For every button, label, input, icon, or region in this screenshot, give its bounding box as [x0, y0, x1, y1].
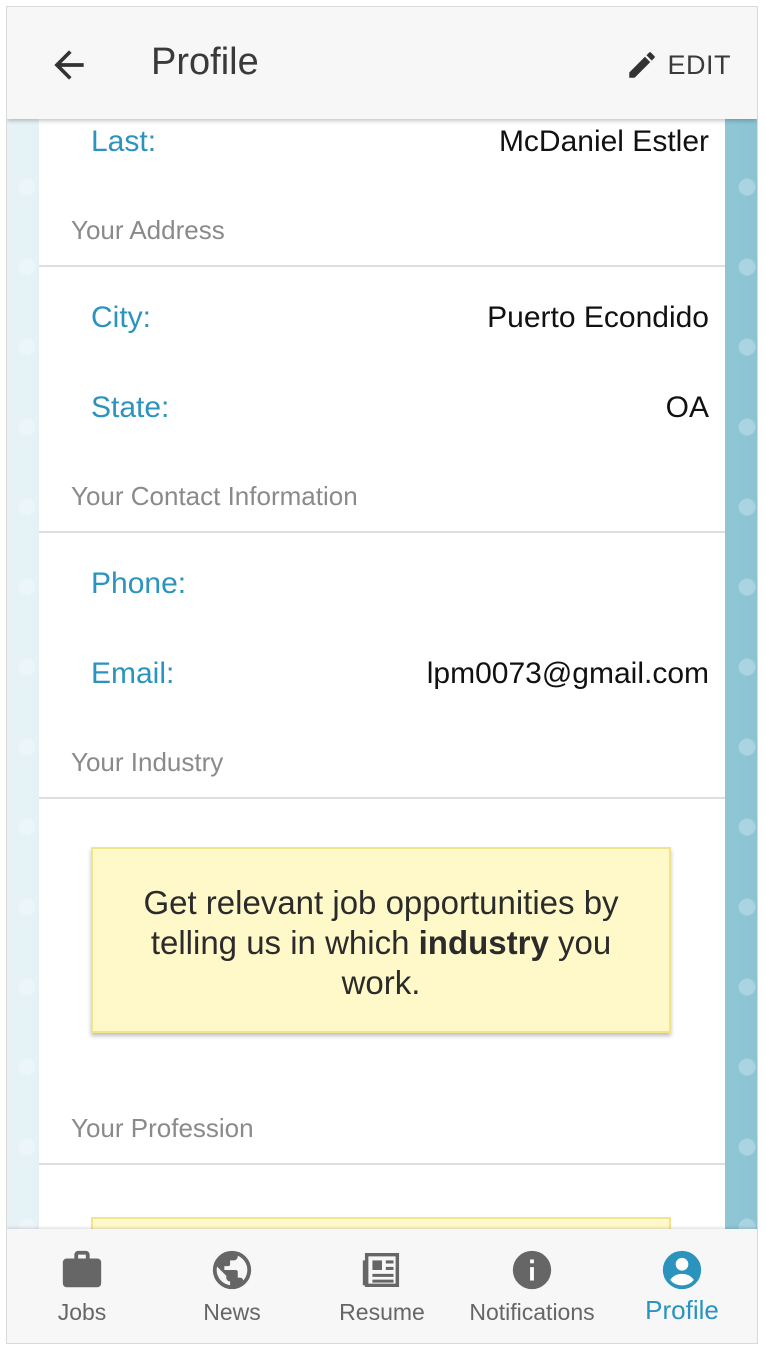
last-name-value: McDaniel Estler	[498, 125, 709, 158]
nav-item-notifications[interactable]: Notifications	[457, 1229, 607, 1343]
arrow-back-icon	[54, 50, 84, 80]
pencil-icon	[629, 52, 656, 78]
back-button[interactable]	[47, 43, 91, 87]
nav-item-news[interactable]: News	[157, 1229, 307, 1343]
page-title: Profile	[151, 41, 259, 83]
nav-label-jobs: Jobs	[57, 1299, 107, 1325]
email-label: Email:	[91, 657, 175, 690]
divider	[39, 531, 725, 533]
state-label: State:	[91, 391, 170, 424]
edit-button[interactable]: EDIT	[625, 45, 731, 85]
email-row: Email: lpm0073@gmail.com	[39, 657, 725, 727]
bottom-navigation: Jobs News Resume Notifications Profile	[7, 1229, 757, 1343]
state-value: OA	[665, 391, 709, 424]
divider	[39, 265, 725, 267]
profession-section-header: Your Profession	[71, 1113, 254, 1143]
contact-section-header: Your Contact Information	[71, 481, 358, 511]
address-section-header: Your Address	[71, 215, 225, 245]
app-bar: Profile EDIT	[7, 7, 757, 119]
phone-row: Phone:	[39, 567, 725, 637]
nav-label-notifications: Notifications	[469, 1299, 595, 1325]
industry-section-header: Your Industry	[71, 747, 224, 777]
newspaper-icon	[362, 1252, 400, 1288]
nav-label-news: News	[203, 1299, 261, 1325]
nav-item-resume[interactable]: Resume	[307, 1229, 457, 1343]
nav-label-profile: Profile	[645, 1295, 719, 1325]
last-name-row: Last: McDaniel Estler	[39, 125, 725, 195]
city-value: Puerto Econdido	[487, 301, 709, 334]
divider	[39, 1163, 725, 1165]
app-frame: Profile EDIT Last: McDaniel Estler Your …	[6, 6, 758, 1344]
divider	[39, 797, 725, 799]
account-circle-icon	[662, 1250, 702, 1290]
profile-card: Last: McDaniel Estler Your Address City:…	[39, 119, 725, 1231]
last-name-label: Last:	[91, 125, 157, 158]
nav-item-profile[interactable]: Profile	[607, 1229, 757, 1343]
briefcase-icon	[62, 1250, 102, 1288]
industry-notice-bold: industry	[418, 924, 549, 961]
industry-notice[interactable]: Get relevant job opportunities by tellin…	[91, 847, 671, 1033]
nav-item-jobs[interactable]: Jobs	[7, 1229, 157, 1343]
nav-label-resume: Resume	[339, 1299, 425, 1325]
city-label: City:	[91, 301, 151, 334]
info-icon	[512, 1250, 552, 1290]
edit-label: EDIT	[667, 49, 731, 80]
city-row: City: Puerto Econdido	[39, 301, 725, 371]
globe-icon	[212, 1250, 252, 1290]
email-value[interactable]: lpm0073@gmail.com	[427, 657, 709, 691]
state-row: State: OA	[39, 391, 725, 461]
phone-label: Phone:	[91, 567, 187, 600]
